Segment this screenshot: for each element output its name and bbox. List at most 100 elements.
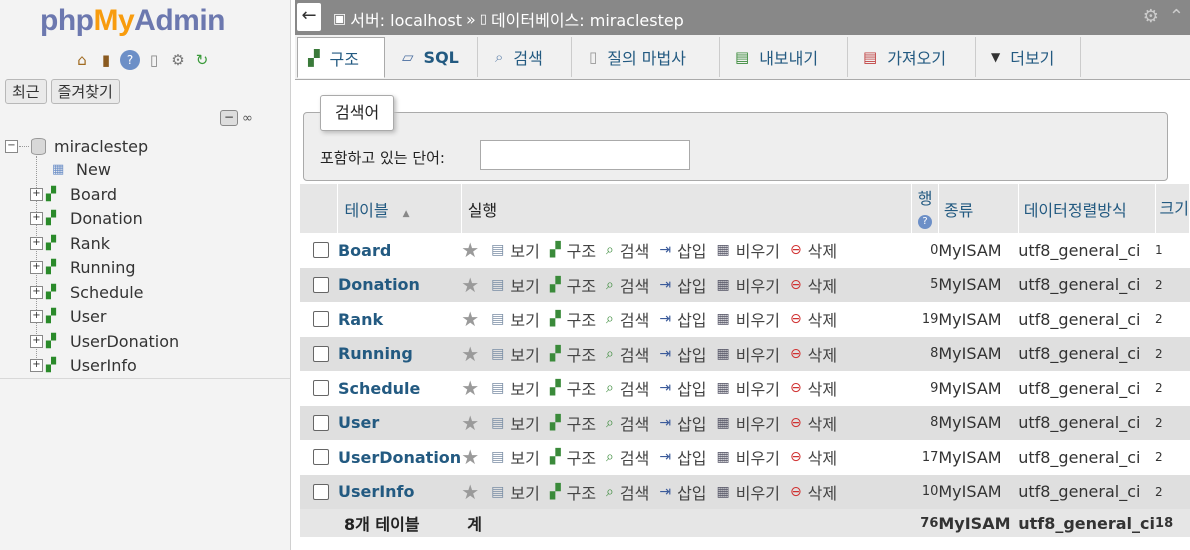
expand-icon[interactable]: + [30,211,43,225]
collapse-top-icon[interactable]: ⌃ [1169,6,1184,27]
search-input[interactable] [480,140,690,170]
action-empty-link[interactable]: ▦ 비우기 [717,238,780,262]
tab-sql[interactable]: ▱ SQL [388,37,478,77]
table-name-link[interactable]: Donation [337,267,462,302]
action-search-link[interactable]: ⌕ 검색 [606,445,649,469]
tree-table-rank[interactable]: + ▞ Rank [30,231,110,255]
favorite-star-icon[interactable]: ★ [461,238,479,262]
table-name-link[interactable]: UserDonation [337,440,462,475]
action-browse-link[interactable]: ▤ 보기 [491,480,540,504]
action-browse-link[interactable]: ▤ 보기 [491,307,540,331]
action-browse-link[interactable]: ▤ 보기 [491,273,540,297]
header-size[interactable]: 크기 [1155,184,1190,233]
collapse-icon[interactable]: − [5,139,18,153]
action-drop-link[interactable]: ⊖ 삭제 [790,376,837,400]
tab-import[interactable]: ▤ 가져오기 [849,37,976,77]
row-checkbox[interactable] [313,276,329,293]
favorite-star-icon[interactable]: ★ [461,273,479,297]
table-name-link[interactable]: User [337,405,462,440]
action-insert-link[interactable]: ⇥ 삽입 [659,273,706,297]
action-browse-link[interactable]: ▤ 보기 [491,238,540,262]
tree-table-user[interactable]: + ▞ User [30,304,106,328]
action-insert-link[interactable]: ⇥ 삽입 [659,238,706,262]
action-browse-link[interactable]: ▤ 보기 [491,445,540,469]
action-drop-link[interactable]: ⊖ 삭제 [790,342,837,366]
tree-db-miraclestep[interactable]: − miraclestep [5,134,148,158]
table-name-link[interactable]: UserInfo [337,474,462,509]
action-empty-link[interactable]: ▦ 비우기 [717,342,780,366]
expand-icon[interactable]: + [30,309,43,323]
action-insert-link[interactable]: ⇥ 삽입 [659,411,706,435]
breadcrumb-database[interactable]: 데이터베이스: miraclestep [491,7,684,31]
action-drop-link[interactable]: ⊖ 삭제 [790,480,837,504]
expand-icon[interactable]: + [30,358,43,372]
action-structure-link[interactable]: ▞ 구조 [550,342,596,366]
action-insert-link[interactable]: ⇥ 삽입 [659,307,706,331]
favorite-star-icon[interactable]: ★ [461,445,479,469]
action-drop-link[interactable]: ⊖ 삭제 [790,273,837,297]
row-checkbox[interactable] [313,345,329,362]
home-icon[interactable]: ⌂ [72,50,92,70]
favorite-star-icon[interactable]: ★ [461,342,479,366]
action-structure-link[interactable]: ▞ 구조 [550,238,596,262]
action-insert-link[interactable]: ⇥ 삽입 [659,480,706,504]
action-drop-link[interactable]: ⊖ 삭제 [790,445,837,469]
action-browse-link[interactable]: ▤ 보기 [491,342,540,366]
action-insert-link[interactable]: ⇥ 삽입 [659,445,706,469]
action-empty-link[interactable]: ▦ 비우기 [717,445,780,469]
expand-icon[interactable]: + [30,285,43,299]
settings-icon[interactable]: ⚙ [168,50,188,70]
tree-table-board[interactable]: + ▞ Board [30,182,117,206]
row-checkbox[interactable] [313,414,329,431]
tree-new[interactable]: ▦ New [52,157,111,181]
action-empty-link[interactable]: ▦ 비우기 [717,480,780,504]
favorite-star-icon[interactable]: ★ [461,376,479,400]
tab-search[interactable]: ⌕ 검색 [479,37,572,77]
help-icon[interactable]: ? [120,50,140,70]
action-structure-link[interactable]: ▞ 구조 [550,411,596,435]
action-search-link[interactable]: ⌕ 검색 [606,273,649,297]
tree-table-userinfo[interactable]: + ▞ UserInfo [30,353,137,377]
table-name-link[interactable]: Running [337,336,462,371]
tab-export[interactable]: ▤ 내보내기 [721,37,848,77]
expand-icon[interactable]: + [30,187,43,201]
action-search-link[interactable]: ⌕ 검색 [606,376,649,400]
action-insert-link[interactable]: ⇥ 삽입 [659,376,706,400]
db-name[interactable]: miraclestep [54,137,148,156]
collapse-all-button[interactable]: − [220,110,238,126]
action-browse-link[interactable]: ▤ 보기 [491,411,540,435]
action-structure-link[interactable]: ▞ 구조 [550,480,596,504]
back-button[interactable]: ← [297,3,321,31]
action-empty-link[interactable]: ▦ 비우기 [717,376,780,400]
tree-table-schedule[interactable]: + ▞ Schedule [30,280,144,304]
action-search-link[interactable]: ⌕ 검색 [606,480,649,504]
action-drop-link[interactable]: ⊖ 삭제 [790,411,837,435]
header-type[interactable]: 종류 [938,184,1019,233]
action-empty-link[interactable]: ▦ 비우기 [717,273,780,297]
row-checkbox[interactable] [313,449,329,466]
expand-icon[interactable]: + [30,260,43,274]
action-browse-link[interactable]: ▤ 보기 [491,376,540,400]
action-search-link[interactable]: ⌕ 검색 [606,238,649,262]
action-structure-link[interactable]: ▞ 구조 [550,307,596,331]
favorite-star-icon[interactable]: ★ [461,411,479,435]
tab-query[interactable]: ▯ 질의 마법사 [573,37,720,77]
expand-icon[interactable]: + [30,236,43,250]
favorite-star-icon[interactable]: ★ [461,480,479,504]
tree-table-donation[interactable]: + ▞ Donation [30,206,143,230]
reload-icon[interactable]: ↻ [192,50,212,70]
settings-icon[interactable]: ⚙ [1143,6,1159,27]
tab-structure[interactable]: ▞ 구조 [297,37,385,78]
row-checkbox[interactable] [313,242,329,259]
tab-more[interactable]: ▼ 더보기 [977,37,1081,77]
row-checkbox[interactable] [313,380,329,397]
table-name-link[interactable]: Schedule [337,371,462,406]
action-search-link[interactable]: ⌕ 검색 [606,411,649,435]
tree-table-running[interactable]: + ▞ Running [30,255,136,279]
action-drop-link[interactable]: ⊖ 삭제 [790,238,837,262]
exit-icon[interactable]: ▮ [96,50,116,70]
table-name-link[interactable]: Rank [337,302,462,337]
action-structure-link[interactable]: ▞ 구조 [550,445,596,469]
expand-icon[interactable]: + [30,334,43,348]
row-checkbox[interactable] [313,483,329,500]
